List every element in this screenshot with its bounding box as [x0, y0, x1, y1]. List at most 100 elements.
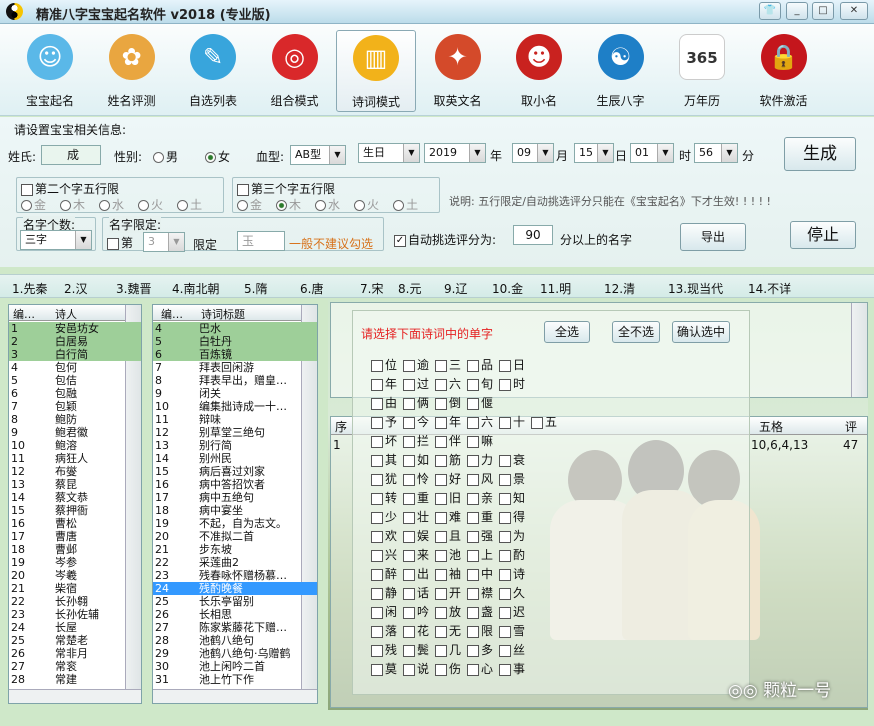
- list-item[interactable]: 12 别草堂三绝句: [153, 426, 317, 439]
- char-checkbox[interactable]: 六: [467, 414, 493, 430]
- char-checkbox[interactable]: 倒: [435, 395, 461, 411]
- char-checkbox[interactable]: 逾: [403, 357, 429, 373]
- list-item[interactable]: 4 包何: [9, 361, 141, 374]
- char-checkbox[interactable]: 上: [467, 547, 493, 563]
- list-item[interactable]: 18 曹邺: [9, 543, 141, 556]
- char-checkbox[interactable]: 转: [371, 490, 397, 506]
- gender-female-radio[interactable]: 女: [205, 148, 230, 165]
- dynasty-tab[interactable]: 5.隋: [244, 280, 267, 297]
- stop-button[interactable]: 停止: [790, 221, 856, 249]
- char-checkbox[interactable]: 诗: [499, 566, 525, 582]
- char-checkbox[interactable]: 今: [403, 414, 429, 430]
- list-item[interactable]: 24 残酌晚餐: [153, 582, 317, 595]
- dynasty-tab[interactable]: 10.金: [492, 280, 523, 297]
- char-checkbox[interactable]: 池: [435, 547, 461, 563]
- dynasty-tab[interactable]: 7.宋: [360, 280, 383, 297]
- poet-list[interactable]: 编… 诗人 1 安邑坊女 2 白居易 3 白行简 4 包何 5 包佶 6 包融 7 包颖 8 鲍防 9 鲍君徽 10…: [8, 304, 142, 704]
- list-item[interactable]: 26 长相思: [153, 608, 317, 621]
- char-checkbox[interactable]: 欢: [371, 528, 397, 544]
- char-checkbox[interactable]: 日: [499, 357, 525, 373]
- char-checkbox[interactable]: 静: [371, 585, 397, 601]
- char-checkbox[interactable]: 位: [371, 357, 397, 373]
- select-none-button[interactable]: 全不选: [612, 321, 660, 343]
- toolbar-button-5[interactable]: ▥ 诗词模式: [336, 30, 416, 112]
- dynasty-tab[interactable]: 12.清: [604, 280, 635, 297]
- toolbar-button-8[interactable]: ☯ 生辰八字: [581, 30, 661, 112]
- toolbar-button-2[interactable]: ✿ 姓名评测: [92, 30, 172, 112]
- dynasty-tab[interactable]: 8.元: [398, 280, 421, 297]
- char-checkbox[interactable]: 重: [467, 509, 493, 525]
- char-checkbox[interactable]: 十: [499, 414, 525, 430]
- char-checkbox[interactable]: 衰: [499, 452, 525, 468]
- birth-type-select[interactable]: 生日 ▼: [358, 143, 420, 163]
- char-checkbox[interactable]: 且: [435, 528, 461, 544]
- auto-score-checkbox[interactable]: ✓ 自动挑选评分为:: [394, 231, 496, 248]
- char-checkbox[interactable]: 知: [499, 490, 525, 506]
- char-checkbox[interactable]: 放: [435, 604, 461, 620]
- list-item[interactable]: 21 步东坡: [153, 543, 317, 556]
- second-char-checkbox[interactable]: 第二个字五行限: [21, 180, 119, 197]
- element-radio[interactable]: 金: [21, 198, 46, 212]
- list-item[interactable]: 3 白行简: [9, 348, 141, 361]
- char-checkbox[interactable]: 兴: [371, 547, 397, 563]
- char-checkbox[interactable]: 少: [371, 509, 397, 525]
- list-item[interactable]: 7 包颖: [9, 400, 141, 413]
- char-checkbox[interactable]: 力: [467, 452, 493, 468]
- char-checkbox[interactable]: 迟: [499, 604, 525, 620]
- char-checkbox[interactable]: 偃: [467, 395, 493, 411]
- list-item[interactable]: 15 蔡押衙: [9, 504, 141, 517]
- confirm-select-button[interactable]: 确认选中: [672, 321, 730, 343]
- char-checkbox[interactable]: 吟: [403, 604, 429, 620]
- limit-char-input[interactable]: 玉: [237, 231, 285, 251]
- element-radio[interactable]: 土: [393, 198, 418, 212]
- char-checkbox[interactable]: 坏: [371, 433, 397, 449]
- list-item[interactable]: 15 病后喜过刘家: [153, 465, 317, 478]
- char-checkbox[interactable]: 风: [467, 471, 493, 487]
- minute-select[interactable]: 56 ▼: [694, 143, 738, 163]
- dynasty-tab[interactable]: 11.明: [540, 280, 571, 297]
- list-item[interactable]: 11 辩味: [153, 413, 317, 426]
- char-checkbox[interactable]: 品: [467, 357, 493, 373]
- toolbar-button-1[interactable]: ☺ 宝宝起名: [10, 30, 90, 112]
- list-item[interactable]: 26 常非月: [9, 647, 141, 660]
- list-item[interactable]: 8 拜表早出，赠皇…: [153, 374, 317, 387]
- char-checkbox[interactable]: 时: [499, 376, 525, 392]
- char-checkbox[interactable]: 重: [403, 490, 429, 506]
- dynasty-tab[interactable]: 6.唐: [300, 280, 323, 297]
- char-checkbox[interactable]: 落: [371, 623, 397, 639]
- char-checkbox[interactable]: 雪: [499, 623, 525, 639]
- hour-select[interactable]: 01 ▼: [630, 143, 674, 163]
- element-radio[interactable]: 金: [237, 198, 262, 212]
- char-checkbox[interactable]: 旬: [467, 376, 493, 392]
- element-radio[interactable]: 水: [99, 198, 124, 212]
- char-checkbox[interactable]: 过: [403, 376, 429, 392]
- char-checkbox[interactable]: 拦: [403, 433, 429, 449]
- char-checkbox[interactable]: 鬓: [403, 642, 429, 658]
- char-checkbox[interactable]: 中: [467, 566, 493, 582]
- blood-type-select[interactable]: AB型 ▼: [290, 145, 346, 165]
- toolbar-button-10[interactable]: 🔒 软件激活: [744, 30, 824, 112]
- dynasty-tab[interactable]: 4.南北朝: [172, 280, 219, 297]
- char-checkbox[interactable]: 娱: [403, 528, 429, 544]
- list-item[interactable]: 22 采莲曲2: [153, 556, 317, 569]
- poet-list-hscroll[interactable]: [9, 689, 141, 703]
- dynasty-tab[interactable]: 1.先秦: [12, 280, 47, 297]
- second-char-elements[interactable]: 金木水火土: [21, 196, 216, 213]
- list-item[interactable]: 20 岑羲: [9, 569, 141, 582]
- list-item[interactable]: 5 包佶: [9, 374, 141, 387]
- char-checkbox[interactable]: 闲: [371, 604, 397, 620]
- list-item[interactable]: 19 不起，自为志文。: [153, 517, 317, 530]
- list-item[interactable]: 4 巴水: [153, 322, 317, 335]
- list-item[interactable]: 29 池鹤八绝句·乌赠鹤: [153, 647, 317, 660]
- third-char-checkbox[interactable]: 第三个字五行限: [237, 180, 335, 197]
- char-checkbox[interactable]: 盏: [467, 604, 493, 620]
- list-item[interactable]: 31 池上竹下作: [153, 673, 317, 686]
- list-item[interactable]: 16 病中答招饮者: [153, 478, 317, 491]
- close-button[interactable]: ✕: [840, 2, 868, 20]
- dynasty-tab[interactable]: 14.不详: [748, 280, 791, 297]
- dynasty-tab[interactable]: 3.魏晋: [116, 280, 151, 297]
- char-checkbox[interactable]: 俩: [403, 395, 429, 411]
- element-radio[interactable]: 火: [138, 198, 163, 212]
- poem-list-hscroll[interactable]: [153, 689, 317, 703]
- char-checkbox[interactable]: 莫: [371, 661, 397, 677]
